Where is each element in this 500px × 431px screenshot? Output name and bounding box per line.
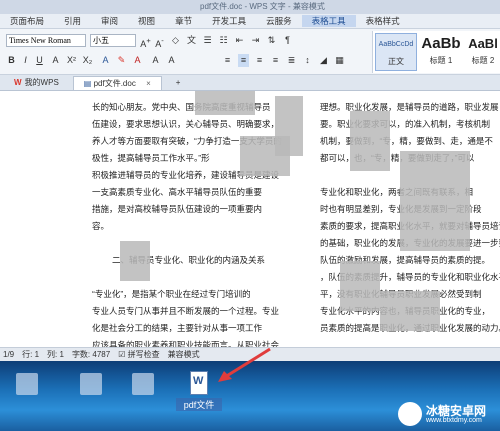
blur-patch [195,91,255,115]
watermark-url: www.btxtdmy.com [426,417,482,424]
red-arrow-annotation [218,347,271,382]
text-line: 要。职业化要求可以，的准入机制，考核机制 [320,119,491,129]
outdent-icon[interactable]: ⇤ [234,34,245,47]
status-page: 1/9 [3,350,15,359]
underline-icon[interactable]: U [34,54,45,67]
align-right-icon[interactable]: ≡ [254,54,265,67]
superscript-icon[interactable]: X² [66,54,77,67]
status-compat: 兼容模式 [167,350,200,359]
blur-patch [120,241,150,281]
watermark-logo-icon [398,402,422,426]
text-effect-icon[interactable]: A [100,54,111,67]
wps-logo-icon: W [14,78,22,87]
indent-icon[interactable]: ⇥ [250,34,261,47]
spellcheck-toggle[interactable]: ☑ 拼写检查 [118,348,159,361]
bullet-list-icon[interactable]: ☰ [202,34,213,47]
sort-icon[interactable]: ⇅ [266,34,277,47]
document-page[interactable]: 长的知心朋友。党中央、国务院高度重视辅导员 伍建设，要求思想认识，关心辅导员、明… [0,91,500,350]
status-col: 列: 1 [47,350,64,359]
align-left-icon[interactable]: ≡ [222,54,233,67]
char-border-icon[interactable]: A [166,54,177,67]
ribbon-toolbar: Times New Roman 小五 A+ A- ◇ 文 ☰ ☷ ⇤ ⇥ ⇅ ¶… [0,29,500,75]
blur-patch [400,151,470,251]
font-color-icon[interactable]: A [132,54,143,67]
text-line: 一支高素质专业化、高水平辅导员队伍的重要 [92,187,263,197]
font-name-select[interactable]: Times New Roman [6,34,86,47]
italic-icon[interactable]: I [20,54,31,67]
close-tab-icon[interactable]: × [146,79,151,88]
tab-review[interactable]: 审阅 [91,15,128,27]
tab-section[interactable]: 章节 [165,15,202,27]
highlight-icon[interactable]: ✎ [116,54,127,67]
paragraph-mark-icon[interactable]: ¶ [282,34,293,47]
text-line: 理想。职业化发展，是辅导员的道路，职业发展 [320,102,499,112]
desktop-icon[interactable] [80,373,102,395]
style-gallery: AaBbCcDd 正文 AaBb 标题 1 AaBl 标题 2 [372,31,500,73]
desktop-icon[interactable] [132,373,154,395]
watermark: 冰糖安卓网 www.btxtdmy.com [398,400,498,428]
doc-icon: ▤ [83,79,94,88]
style-heading-1[interactable]: AaBb 标题 1 [421,33,461,66]
blur-patch [240,136,290,176]
style-heading-2[interactable]: AaBl 标题 2 [463,33,500,66]
text-line: 专业人员专门从事并且不断发展的一个过程。专业 [92,306,280,316]
title-bar: pdf文件.doc - WPS 文字 - 兼容模式 [0,0,500,14]
text-line: 措施，是对高校辅导员队伍建设的一项重要内 [92,204,263,214]
number-list-icon[interactable]: ☷ [218,34,229,47]
shrink-font-icon[interactable]: A- [154,34,165,49]
status-words: 字数: 4787 [71,350,111,359]
tab-developer[interactable]: 开发工具 [202,15,256,27]
desktop-icon[interactable] [16,373,38,395]
char-shading-icon[interactable]: A [150,54,161,67]
border-icon[interactable]: ▦ [334,54,345,67]
tab-references[interactable]: 引用 [54,15,91,27]
tab-view[interactable]: 视图 [128,15,165,27]
style-normal[interactable]: AaBbCcDd 正文 [375,33,417,71]
blur-patch [340,261,380,311]
subscript-icon[interactable]: X₂ [82,54,93,67]
text-line: “专业化”，是指某个职业在经过专门培训的 [92,289,251,299]
ribbon-tab-bar: 页面布局 引用 审阅 视图 章节 开发工具 云服务 表格工具 表格样式 [0,14,500,29]
phonetic-icon[interactable]: 文 [186,34,197,47]
blur-patch [380,291,440,331]
file-label: pdf文件 [176,398,222,411]
justify-icon[interactable]: ≡ [270,54,281,67]
blur-patch [350,111,390,171]
text-line: 容。 [92,221,110,231]
new-tab-icon[interactable]: + [166,76,191,90]
tab-cloud[interactable]: 云服务 [256,15,302,27]
font-size-select[interactable]: 小五 [90,34,136,47]
tab-page-layout[interactable]: 页面布局 [0,15,54,27]
status-line: 行: 1 [22,350,40,359]
window-title: pdf文件.doc - WPS 文字 - 兼容模式 [200,2,325,11]
align-center-icon[interactable]: ≡ [238,54,249,67]
document-tab-bar: W 我的WPS ▤ pdf文件.doc × + [0,75,500,91]
tab-document[interactable]: ▤ pdf文件.doc × [72,76,162,90]
clear-format-icon[interactable]: ◇ [170,34,181,47]
tab-table-tools[interactable]: 表格工具 [301,15,356,27]
strikethrough-icon[interactable]: A [50,54,61,67]
text-line: 化是社会分工的结果，主要针对从事一项工作 [92,323,263,333]
grow-font-icon[interactable]: A+ [140,34,151,49]
distribute-icon[interactable]: ≣ [286,54,297,67]
line-spacing-icon[interactable]: ↕ [302,54,313,67]
tab-table-style[interactable]: 表格样式 [356,15,410,27]
bold-icon[interactable]: B [6,54,17,67]
text-line: 机制，要做到，“专，精，要做到、走，通是不 [320,136,493,146]
tab-my-wps[interactable]: W 我的WPS [4,76,69,90]
shading-icon[interactable]: ◢ [318,54,329,67]
